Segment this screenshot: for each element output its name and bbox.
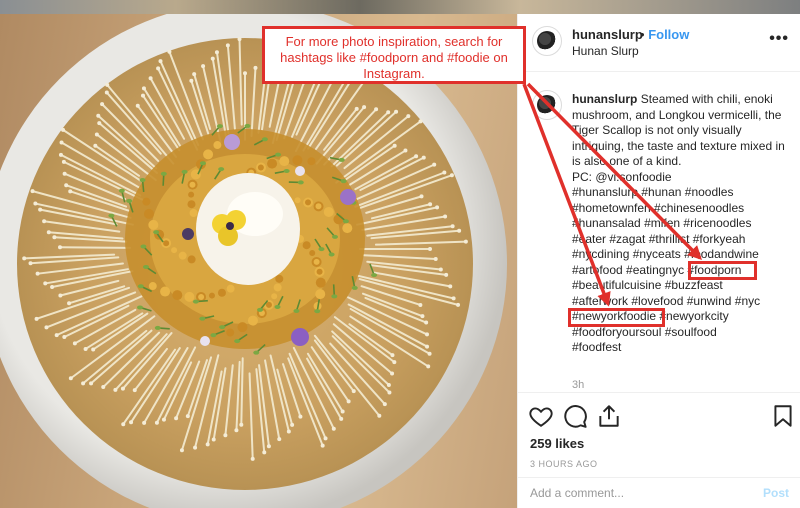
food-photo-illustration [0,14,507,508]
post-photo[interactable] [0,14,517,508]
hashtag-line[interactable]: #hometownfen #chinesenoodles [572,201,794,217]
comment-input[interactable]: Add a comment... [530,486,624,500]
hashtag-line[interactable]: #afterwork #lovefood #unwind #nyc [572,294,794,310]
post-timestamp: 3 HOURS AGO [530,459,598,469]
hashtag-line[interactable]: #hunansalad #mifen #ricenoodles [572,216,794,232]
hashtag-line[interactable]: #hunanslurp #hunan #noodles [572,185,794,201]
comment-icon[interactable] [562,403,588,429]
hashtag-line[interactable]: #artofood #eatingnyc #foodporn [572,263,794,279]
post-header: hunanslurp • Follow Hunan Slurp ••• [518,14,800,72]
top-image-strip [0,0,800,14]
follow-group: • Follow [640,27,689,42]
post-side-panel: hunanslurp • Follow Hunan Slurp ••• huna… [517,14,800,508]
highlight-foodporn [688,261,757,280]
hashtag-line[interactable]: #eater #zagat #thrillist #forkyeah [572,232,794,248]
comment-bar: Add a comment... Post [518,477,800,508]
likes-count[interactable]: 259 likes [530,436,584,451]
annotation-callout: For more photo inspiration, search for h… [262,26,526,84]
photo-credit[interactable]: PC: @vi.sonfoodie [572,170,794,186]
hashtag-line[interactable]: #foodfest [572,340,794,356]
hashtag-line[interactable]: #nycdining #nyceats #foodandwine [572,247,794,263]
location-link[interactable]: Hunan Slurp [572,44,639,58]
avatar[interactable] [532,26,562,56]
header-username[interactable]: hunanslurp [572,27,643,42]
heart-icon[interactable] [528,403,554,429]
caption-section: hunanslurp Steamed with chili, enoki mus… [518,72,800,392]
more-options-icon[interactable]: ••• [769,30,789,48]
bookmark-icon[interactable] [770,403,796,429]
caption-time: 3h [572,379,585,391]
highlight-newyorkfoodie [568,308,665,327]
share-icon[interactable] [596,403,622,429]
caption-username[interactable]: hunanslurp [572,92,637,106]
separator-dot: • [640,27,645,42]
caption-avatar[interactable] [532,90,562,120]
hashtag-line[interactable]: #beautifulcuisine #buzzfeast [572,278,794,294]
action-bar: 259 likes 3 HOURS AGO Add a comment... P… [518,392,800,508]
follow-button[interactable]: Follow [648,27,689,42]
post-comment-button[interactable]: Post [763,486,789,500]
